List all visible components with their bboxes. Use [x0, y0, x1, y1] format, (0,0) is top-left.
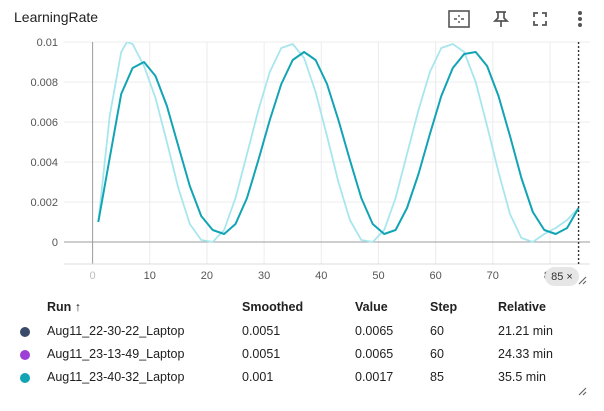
table-row[interactable]: Aug11_22-30-22_Laptop 0.0051 0.0065 60 2…	[0, 320, 604, 342]
pin-icon[interactable]	[490, 8, 512, 30]
step-value: 60	[430, 324, 444, 338]
y-tick-label: 0.01	[37, 37, 58, 49]
line-chart[interactable]: 0 0.002 0.004 0.006 0.008 0.01 0 10 20 30 40 50 60 70…	[0, 36, 604, 292]
smoothed-value: 0.0051	[242, 324, 281, 338]
relative-time: 21.21 min	[498, 324, 553, 338]
relative-time: 24.33 min	[498, 347, 553, 361]
table-row[interactable]: Aug11_23-40-32_Laptop 0.001 0.0017 85 35…	[0, 366, 604, 388]
chart-resize-handle-icon[interactable]	[577, 275, 587, 285]
step-cursor-chip[interactable]: 85 ×	[545, 267, 579, 286]
raw-value: 0.0065	[355, 347, 394, 361]
card-header: LearningRate	[0, 0, 604, 36]
column-header-run[interactable]: Run ↑	[47, 300, 81, 314]
run-name: Aug11_23-13-49_Laptop	[47, 347, 185, 361]
fit-domain-icon[interactable]	[448, 8, 470, 30]
y-tick-label: 0.002	[30, 197, 58, 209]
column-header-smoothed[interactable]: Smoothed	[242, 300, 303, 314]
y-tick-label: 0	[52, 237, 58, 249]
table-resize-handle-icon[interactable]	[577, 386, 587, 396]
smoothed-series-line	[97, 51, 580, 235]
column-header-relative[interactable]: Relative	[498, 300, 546, 314]
smoothed-value: 0.001	[242, 370, 274, 384]
step-cursor-label: 85 ×	[551, 270, 573, 283]
x-tick-label: 50	[372, 270, 384, 282]
x-tick-label: 40	[315, 270, 327, 282]
more-vert-icon[interactable]	[569, 8, 591, 30]
x-tick-label: 30	[258, 270, 270, 282]
y-tick-label: 0.008	[30, 77, 58, 89]
table-row[interactable]: Aug11_23-13-49_Laptop 0.0051 0.0065 60 2…	[0, 343, 604, 365]
raw-series-line	[97, 42, 580, 243]
smoothed-value: 0.0051	[242, 347, 281, 361]
x-tick-label: 0	[90, 270, 96, 282]
raw-value: 0.0065	[355, 324, 394, 338]
chart-title: LearningRate	[14, 9, 99, 25]
column-header-value[interactable]: Value	[355, 300, 388, 314]
run-name: Aug11_23-40-32_Laptop	[47, 370, 185, 384]
run-color-swatch	[20, 350, 30, 360]
run-color-swatch	[20, 327, 30, 337]
raw-value: 0.0017	[355, 370, 394, 384]
chart-svg[interactable]: 0 0.002 0.004 0.006 0.008 0.01 0 10 20 30 40 50 60 70…	[0, 36, 604, 292]
step-value: 60	[430, 347, 444, 361]
x-tick-label: 20	[201, 270, 213, 282]
relative-time: 35.5 min	[498, 370, 546, 384]
x-tick-label: 10	[144, 270, 156, 282]
run-color-swatch	[20, 373, 30, 383]
table-header-row: Run ↑ Smoothed Value Step Relative	[0, 296, 604, 318]
step-value: 85	[430, 370, 444, 384]
x-tick-label: 60	[430, 270, 442, 282]
column-header-step[interactable]: Step	[430, 300, 457, 314]
y-tick-label: 0.004	[30, 157, 58, 169]
x-tick-label: 70	[487, 270, 499, 282]
y-tick-label: 0.006	[30, 117, 58, 129]
fullscreen-icon[interactable]	[529, 8, 551, 30]
run-name: Aug11_22-30-22_Laptop	[47, 324, 185, 338]
